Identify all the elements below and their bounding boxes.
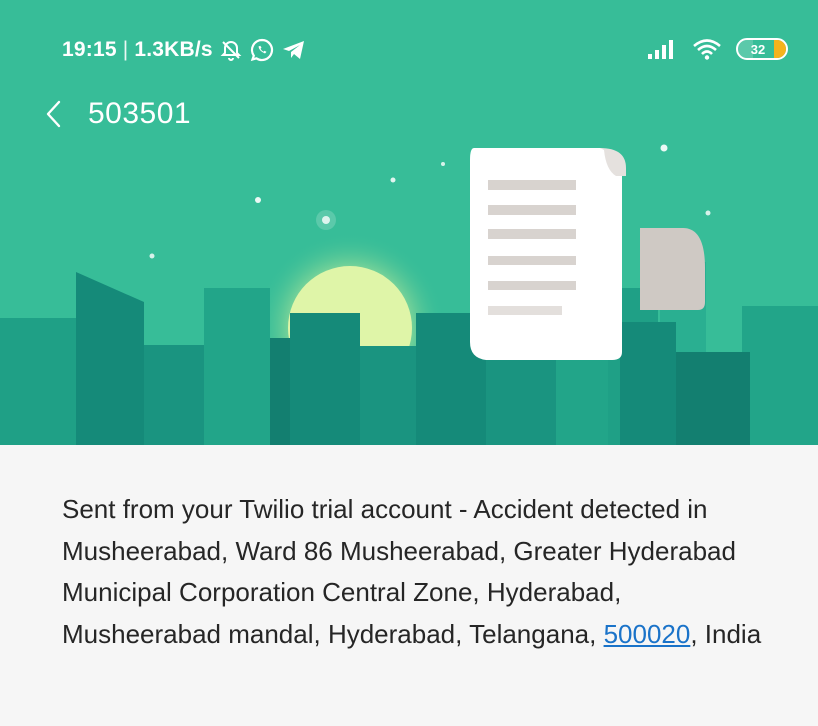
back-button[interactable] [34, 94, 74, 134]
postal-code-link[interactable]: 500020 [604, 619, 691, 649]
status-time: 19:15 [62, 38, 117, 61]
network-speed: 1.3KB/s [134, 38, 213, 61]
nav-bar: 503501 [0, 84, 818, 144]
sparkle-icon [149, 253, 155, 259]
status-right: 32 [648, 34, 788, 64]
message-text-after-link: , India [690, 618, 762, 649]
message-body[interactable]: Sent from your Twilio trial account - Ac… [62, 489, 782, 655]
chevron-left-icon [46, 100, 61, 128]
wifi-icon [693, 39, 721, 60]
sparkle-icon [441, 162, 445, 166]
sparkle-icon [660, 144, 668, 152]
whatsapp-icon [250, 38, 273, 62]
battery-level: 32 [750, 41, 766, 57]
signal-icon [648, 40, 673, 59]
status-separator: | [122, 38, 129, 61]
alarm-off-icon [220, 40, 242, 61]
message-header: 19:15 | 1.3KB/s 32 503501 [0, 0, 818, 445]
battery-tip [774, 40, 786, 58]
message-content: Sent from your Twilio trial account - Ac… [0, 445, 818, 726]
status-left: 19:15 | 1.3KB/s [62, 36, 307, 64]
sparkle-icon [390, 177, 396, 183]
sparkle-icon [255, 197, 261, 203]
telegram-icon [282, 41, 304, 59]
sparkle-icon [322, 216, 330, 224]
sparkle-icon [705, 210, 711, 216]
battery-icon: 32 [736, 38, 788, 60]
page-title: 503501 [88, 97, 192, 130]
status-bar: 19:15 | 1.3KB/s 32 [0, 0, 818, 80]
